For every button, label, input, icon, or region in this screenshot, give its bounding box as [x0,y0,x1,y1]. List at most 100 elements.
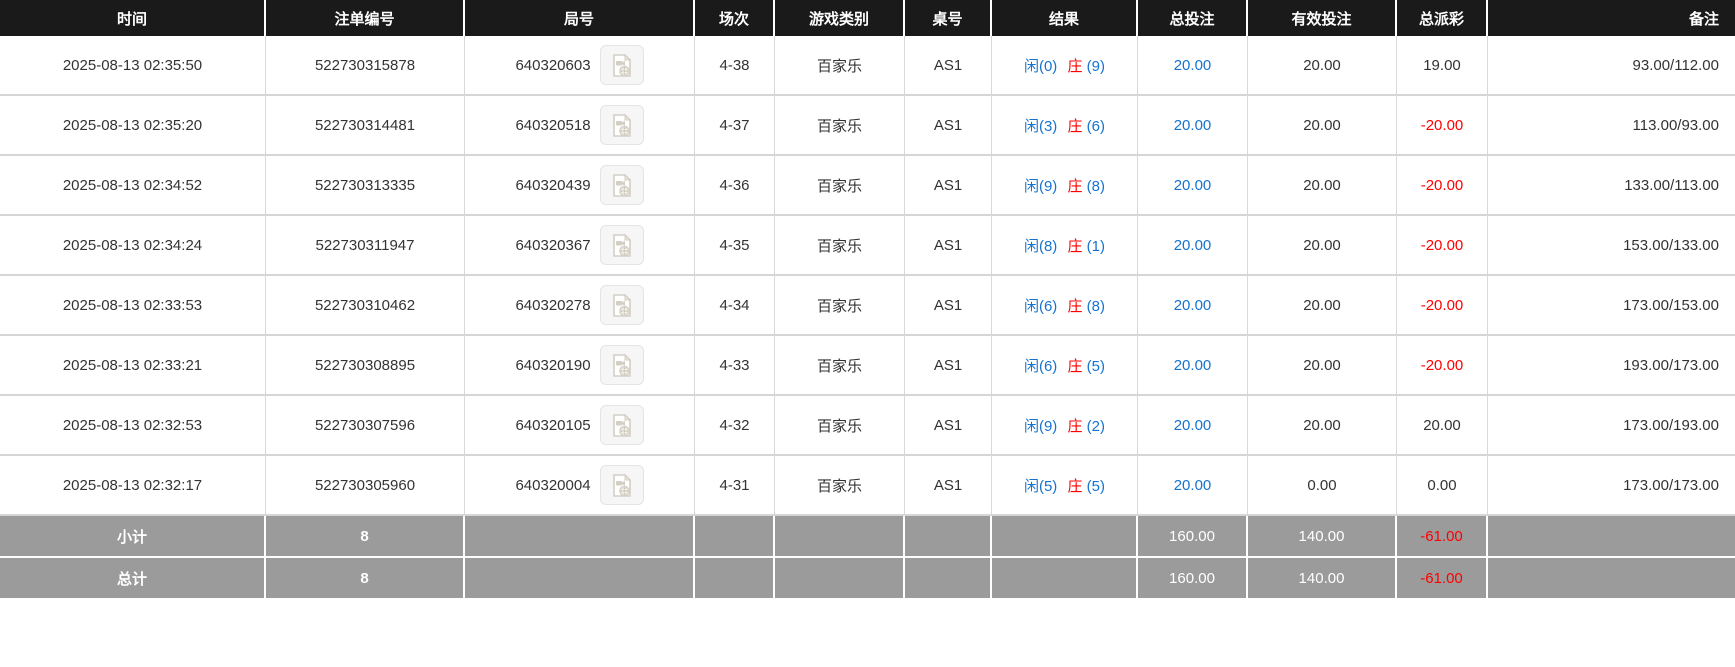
video-replay-button[interactable] [599,405,644,445]
total-bet-link[interactable]: 20.00 [1138,156,1248,216]
bet-id-cell: 522730308895 [266,336,465,396]
round-number: 640320603 [515,56,591,74]
video-file-icon [613,233,632,257]
subtotal-valid-bet: 140.00 [1248,516,1397,558]
time-cell: 2025-08-13 02:35:20 [0,96,266,156]
round-cell: 640320105 [465,396,695,456]
game-type-cell: 百家乐 [775,156,905,216]
result-banker: 庄 [1067,237,1083,255]
result-link[interactable]: 闲(3) 庄 (6) [1024,118,1105,135]
result-banker-score: (1) [1086,237,1106,255]
result-cell: 闲(6) 庄 (8) [992,276,1138,336]
col-header-time: 时间 [0,0,266,36]
result-cell: 闲(9) 庄 (2) [992,396,1138,456]
result-link[interactable]: 闲(9) 庄 (8) [1024,178,1105,195]
round-cell: 640320603 [465,36,695,96]
result-player: 闲(8) [1023,237,1058,255]
result-cell: 闲(9) 庄 (8) [992,156,1138,216]
result-banker-score: (5) [1086,357,1106,375]
table-row: 2025-08-13 02:33:53 522730310462 6403202… [0,276,1735,336]
result-link[interactable]: 闲(6) 庄 (8) [1024,298,1105,315]
result-player: 闲(0) [1023,57,1058,75]
grand-total-row: 总计 8 160.00 140.00 -61.00 [0,558,1735,600]
round-cell: 640320190 [465,336,695,396]
result-link[interactable]: 闲(6) 庄 (5) [1024,358,1105,375]
video-replay-button[interactable] [599,165,644,205]
session-cell: 4-33 [695,336,775,396]
valid-bet-cell: 20.00 [1248,96,1397,156]
round-cell: 640320004 [465,456,695,516]
result-player: 闲(6) [1023,297,1058,315]
table-no-cell: AS1 [905,336,992,396]
result-link[interactable]: 闲(9) 庄 (2) [1024,418,1105,435]
total-bet-link[interactable]: 20.00 [1138,396,1248,456]
session-cell: 4-38 [695,36,775,96]
result-banker: 庄 [1067,417,1083,435]
time-cell: 2025-08-13 02:32:17 [0,456,266,516]
col-header-payout: 总派彩 [1397,0,1488,36]
total-bet-link[interactable]: 20.00 [1138,36,1248,96]
subtotal-payout: -61.00 [1397,516,1488,558]
round-number: 640320004 [515,476,591,494]
video-file-icon [613,353,632,377]
video-replay-button[interactable] [599,345,644,385]
bet-id-cell: 522730307596 [266,396,465,456]
subtotal-label: 小计 [0,516,266,558]
result-banker-score: (8) [1086,297,1106,315]
payout-cell: -20.00 [1397,96,1488,156]
table-no-cell: AS1 [905,156,992,216]
result-link[interactable]: 闲(0) 庄 (9) [1024,58,1105,75]
remark-cell: 173.00/173.00 [1488,456,1735,516]
result-link[interactable]: 闲(5) 庄 (5) [1024,478,1105,495]
session-cell: 4-31 [695,456,775,516]
total-bet-link[interactable]: 20.00 [1138,96,1248,156]
round-number: 640320518 [515,116,591,134]
col-header-total-bet: 总投注 [1138,0,1248,36]
game-type-cell: 百家乐 [775,96,905,156]
remark-cell: 93.00/112.00 [1488,36,1735,96]
result-link[interactable]: 闲(8) 庄 (1) [1024,238,1105,255]
session-cell: 4-32 [695,396,775,456]
time-cell: 2025-08-13 02:34:24 [0,216,266,276]
table-footer: 小计 8 160.00 140.00 -61.00 总计 8 160.00 14… [0,516,1735,600]
grand-total-payout: -61.00 [1397,558,1488,600]
round-number: 640320278 [515,296,591,314]
table-header: 时间 注单编号 局号 场次 游戏类别 桌号 结果 总投注 有效投注 总派彩 备注 [0,0,1735,36]
video-replay-button[interactable] [599,45,644,85]
bet-id-cell: 522730314481 [266,96,465,156]
total-bet-link[interactable]: 20.00 [1138,276,1248,336]
col-header-session: 场次 [695,0,775,36]
result-cell: 闲(6) 庄 (5) [992,336,1138,396]
round-cell: 640320367 [465,216,695,276]
remark-cell: 153.00/133.00 [1488,216,1735,276]
grand-total-count: 8 [266,558,465,600]
valid-bet-cell: 20.00 [1248,396,1397,456]
game-type-cell: 百家乐 [775,276,905,336]
col-header-table-no: 桌号 [905,0,992,36]
col-header-result: 结果 [992,0,1138,36]
video-replay-button[interactable] [599,465,644,505]
total-bet-link[interactable]: 20.00 [1138,336,1248,396]
session-cell: 4-37 [695,96,775,156]
round-cell: 640320439 [465,156,695,216]
video-replay-button[interactable] [599,225,644,265]
col-header-remark: 备注 [1488,0,1735,36]
col-header-round: 局号 [465,0,695,36]
total-bet-link[interactable]: 20.00 [1138,216,1248,276]
table-row: 2025-08-13 02:35:20 522730314481 6403205… [0,96,1735,156]
valid-bet-cell: 20.00 [1248,276,1397,336]
subtotal-count: 8 [266,516,465,558]
result-player: 闲(3) [1023,117,1058,135]
total-bet-link[interactable]: 20.00 [1138,456,1248,516]
bet-id-cell: 522730315878 [266,36,465,96]
video-file-icon [613,173,632,197]
video-replay-button[interactable] [599,105,644,145]
table-no-cell: AS1 [905,96,992,156]
result-banker-score: (9) [1086,57,1106,75]
result-banker: 庄 [1067,477,1083,495]
table-no-cell: AS1 [905,456,992,516]
video-replay-button[interactable] [599,285,644,325]
round-cell: 640320518 [465,96,695,156]
session-cell: 4-34 [695,276,775,336]
round-number: 640320190 [515,356,591,374]
